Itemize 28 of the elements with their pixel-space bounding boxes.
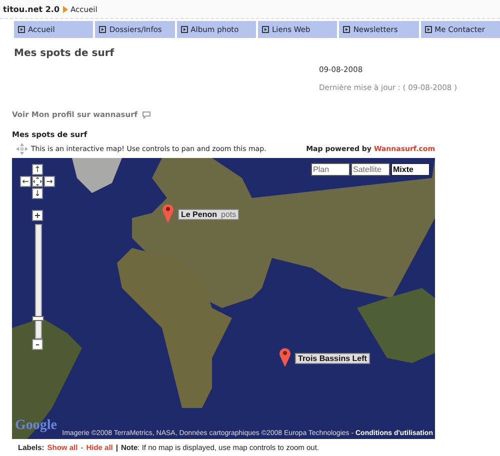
arrow-box-icon: [180, 26, 188, 33]
map-type-button[interactable]: Satellite: [351, 163, 390, 176]
arrow-box-icon: [424, 26, 432, 33]
site-name[interactable]: titou.net 2.0: [3, 4, 60, 14]
map-pin-icon[interactable]: [279, 347, 291, 367]
zoom-out-button[interactable]: –: [32, 339, 43, 350]
arrow-box-icon: [99, 26, 106, 33]
marker-label[interactable]: Trois Bassins Left: [295, 353, 370, 364]
map-pin-icon[interactable]: [162, 203, 174, 223]
caret-icon: [62, 6, 68, 12]
arrow-box-icon: [262, 26, 269, 33]
map-type-button[interactable]: Mixte: [391, 163, 430, 176]
pan-cross-icon: [16, 143, 28, 155]
page-title: Mes spots de surf: [14, 48, 116, 59]
arrow-box-icon: [343, 26, 350, 33]
pan-left-button[interactable]: ←: [20, 176, 31, 187]
pan-center-icon[interactable]: [32, 176, 43, 187]
marker-label[interactable]: Le Penon pots: [178, 209, 240, 220]
zoom-slider-thumb[interactable]: [32, 316, 44, 322]
zoom-slider[interactable]: [35, 224, 42, 339]
map-type-button[interactable]: Plan: [311, 163, 350, 176]
zoom-in-button[interactable]: +: [32, 210, 43, 221]
google-logo: Google: [15, 418, 57, 434]
speech-bubble-icon: [142, 110, 151, 118]
pan-down-button[interactable]: ↓: [32, 188, 43, 199]
pan-up-button[interactable]: ↑: [32, 164, 43, 175]
arrow-box-icon: [18, 26, 25, 33]
pan-right-button[interactable]: →: [44, 176, 55, 187]
